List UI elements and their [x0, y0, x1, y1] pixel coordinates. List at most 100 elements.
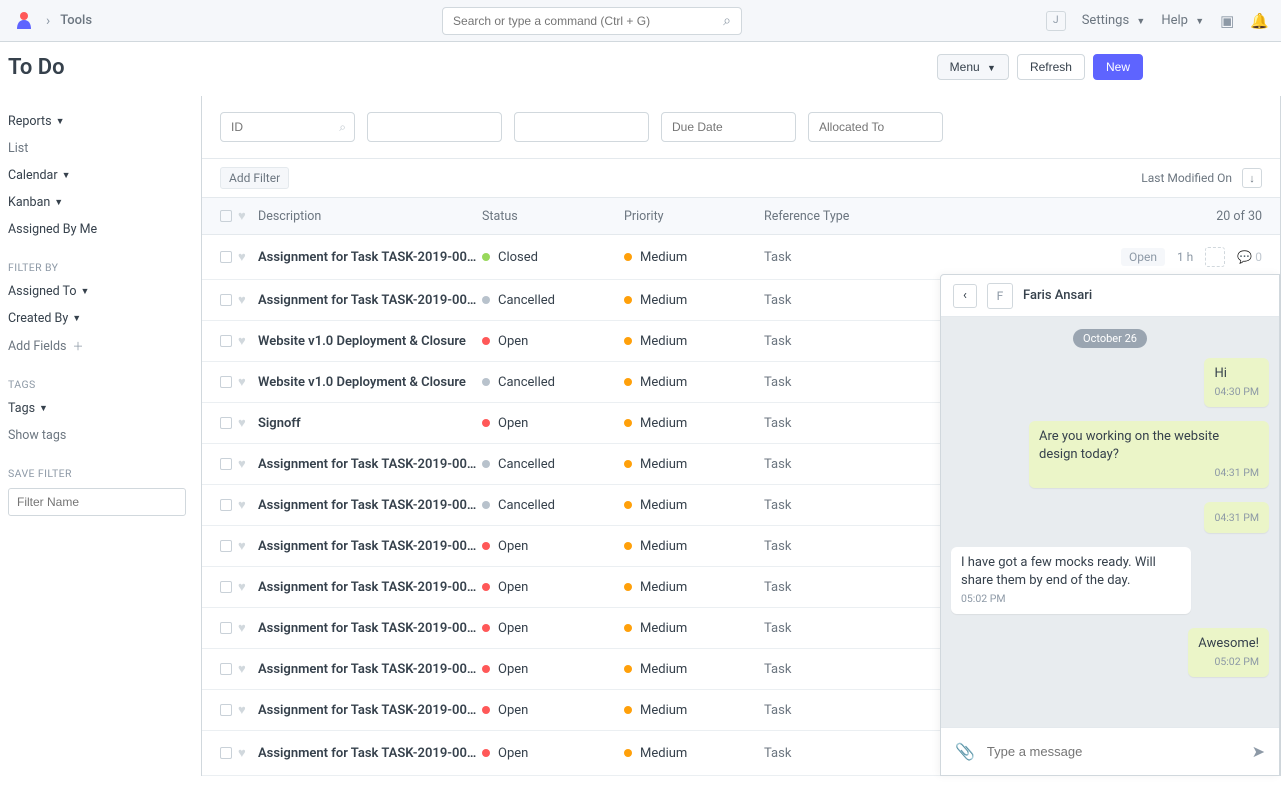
sidebar-item[interactable]: Show tags — [8, 422, 193, 449]
message-text: Hi — [1214, 365, 1259, 383]
sort-field[interactable]: Last Modified On — [1141, 171, 1232, 185]
col-description[interactable]: Description — [258, 209, 482, 224]
tags-row: Add Filter Last Modified On ↓ — [202, 159, 1280, 198]
row-reference: Task — [764, 375, 964, 390]
heart-icon[interactable]: ♥ — [238, 538, 246, 554]
row-description[interactable]: Assignment for Task TASK-2019-00… — [258, 539, 482, 554]
row-reference: Task — [764, 662, 964, 677]
heart-icon[interactable]: ♥ — [238, 497, 246, 513]
filter-id[interactable]: ⌕ — [220, 112, 355, 142]
row-checkbox[interactable] — [220, 704, 232, 716]
filter-allocated-to[interactable] — [808, 112, 943, 142]
row-checkbox[interactable] — [220, 335, 232, 347]
row-checkbox[interactable] — [220, 663, 232, 675]
sidebar-item[interactable]: Reports▼ — [8, 108, 193, 135]
priority-dot-icon — [624, 460, 632, 468]
comment-count[interactable]: 💬0 — [1237, 250, 1262, 264]
help-menu[interactable]: Help ▼ — [1161, 13, 1204, 28]
sidebar-item[interactable]: Calendar▼ — [8, 162, 193, 189]
chat-icon[interactable]: ▣ — [1220, 12, 1234, 30]
sidebar-item[interactable]: Assigned By Me — [8, 216, 193, 243]
page-head: To Do Menu ▼ Refresh New — [0, 42, 1281, 96]
sidebar-item[interactable]: Add Fields＋ — [8, 332, 193, 360]
filter-blank-1[interactable] — [367, 112, 502, 142]
settings-menu[interactable]: Settings ▼ — [1082, 13, 1146, 28]
filter-blank-2[interactable] — [514, 112, 649, 142]
row-description[interactable]: Assignment for Task TASK-2019-00… — [258, 457, 482, 472]
heart-icon[interactable]: ♥ — [238, 661, 246, 677]
row-description[interactable]: Assignment for Task TASK-2019-00… — [258, 250, 482, 265]
row-checkbox[interactable] — [220, 747, 232, 759]
heart-icon[interactable]: ♥ — [238, 249, 246, 265]
breadcrumb[interactable]: Tools — [60, 13, 92, 28]
chat-message-input[interactable] — [987, 744, 1240, 759]
sidebar-item[interactable]: List — [8, 135, 193, 162]
row-checkbox[interactable] — [220, 294, 232, 306]
row-checkbox[interactable] — [220, 251, 232, 263]
assignee-placeholder[interactable] — [1205, 247, 1225, 267]
row-description[interactable]: Assignment for Task TASK-2019-00… — [258, 580, 482, 595]
heart-icon[interactable]: ♥ — [238, 579, 246, 595]
row-description[interactable]: Signoff — [258, 416, 482, 431]
sidebar-item[interactable]: Created By▼ — [8, 305, 193, 332]
row-checkbox[interactable] — [220, 499, 232, 511]
priority-dot-icon — [624, 378, 632, 386]
list-header: ♥ Description Status Priority Reference … — [202, 198, 1280, 235]
row-description[interactable]: Assignment for Task TASK-2019-00… — [258, 746, 482, 761]
row-checkbox[interactable] — [220, 622, 232, 634]
row-description[interactable]: Website v1.0 Deployment & Closure — [258, 334, 482, 349]
filter-due-date[interactable] — [661, 112, 796, 142]
new-button[interactable]: New — [1093, 54, 1143, 80]
priority-dot-icon — [624, 583, 632, 591]
col-status[interactable]: Status — [482, 209, 624, 224]
priority-dot-icon — [624, 337, 632, 345]
status-dot-icon — [482, 501, 490, 509]
sidebar-item[interactable]: Kanban▼ — [8, 189, 193, 216]
row-reference: Task — [764, 250, 964, 265]
chat-message: Awesome!05:02 PM — [951, 628, 1269, 681]
row-checkbox[interactable] — [220, 376, 232, 388]
row-description[interactable]: Assignment for Task TASK-2019-00… — [258, 703, 482, 718]
sort-direction-icon[interactable]: ↓ — [1242, 168, 1262, 188]
heart-icon[interactable]: ♥ — [238, 745, 246, 761]
row-checkbox[interactable] — [220, 581, 232, 593]
chat-body[interactable]: October 26 Hi04:30 PMAre you working on … — [941, 317, 1279, 727]
add-filter-button[interactable]: Add Filter — [220, 167, 289, 189]
select-all-checkbox[interactable] — [220, 210, 232, 222]
refresh-button[interactable]: Refresh — [1017, 54, 1085, 80]
row-description[interactable]: Assignment for Task TASK-2019-00… — [258, 621, 482, 636]
filter-name-input[interactable] — [8, 488, 186, 516]
user-avatar[interactable]: J — [1046, 11, 1066, 31]
row-checkbox[interactable] — [220, 417, 232, 429]
row-priority: Medium — [624, 334, 764, 349]
heart-icon[interactable]: ♥ — [238, 702, 246, 718]
message-time: 05:02 PM — [961, 592, 1181, 607]
col-reference-type[interactable]: Reference Type — [764, 209, 964, 224]
heart-icon[interactable]: ♥ — [238, 333, 246, 349]
global-search[interactable]: ⌕ — [442, 7, 742, 35]
heart-icon[interactable]: ♥ — [238, 292, 246, 308]
heart-icon[interactable]: ♥ — [238, 415, 246, 431]
send-icon[interactable]: ➤ — [1252, 742, 1265, 761]
heart-icon[interactable]: ♥ — [238, 620, 246, 636]
row-checkbox[interactable] — [220, 458, 232, 470]
col-priority[interactable]: Priority — [624, 209, 764, 224]
row-description[interactable]: Website v1.0 Deployment & Closure — [258, 375, 482, 390]
sidebar: Reports▼ListCalendar▼Kanban▼Assigned By … — [0, 96, 201, 776]
search-input[interactable] — [453, 14, 723, 28]
sidebar-item[interactable]: Assigned To▼ — [8, 278, 193, 305]
attach-icon[interactable]: 📎 — [955, 742, 975, 761]
app-logo-icon[interactable] — [12, 9, 36, 33]
row-description[interactable]: Assignment for Task TASK-2019-00… — [258, 662, 482, 677]
menu-button[interactable]: Menu ▼ — [937, 54, 1009, 80]
chat-back-button[interactable]: ‹ — [953, 284, 977, 308]
heart-icon[interactable]: ♥ — [238, 374, 246, 390]
row-description[interactable]: Assignment for Task TASK-2019-00… — [258, 293, 482, 308]
heart-icon[interactable]: ♥ — [238, 208, 246, 224]
heart-icon[interactable]: ♥ — [238, 456, 246, 472]
row-description[interactable]: Assignment for Task TASK-2019-00… — [258, 498, 482, 513]
row-checkbox[interactable] — [220, 540, 232, 552]
bell-icon[interactable]: 🔔 — [1250, 12, 1269, 30]
row-reference: Task — [764, 457, 964, 472]
sidebar-item[interactable]: Tags▼ — [8, 395, 193, 422]
